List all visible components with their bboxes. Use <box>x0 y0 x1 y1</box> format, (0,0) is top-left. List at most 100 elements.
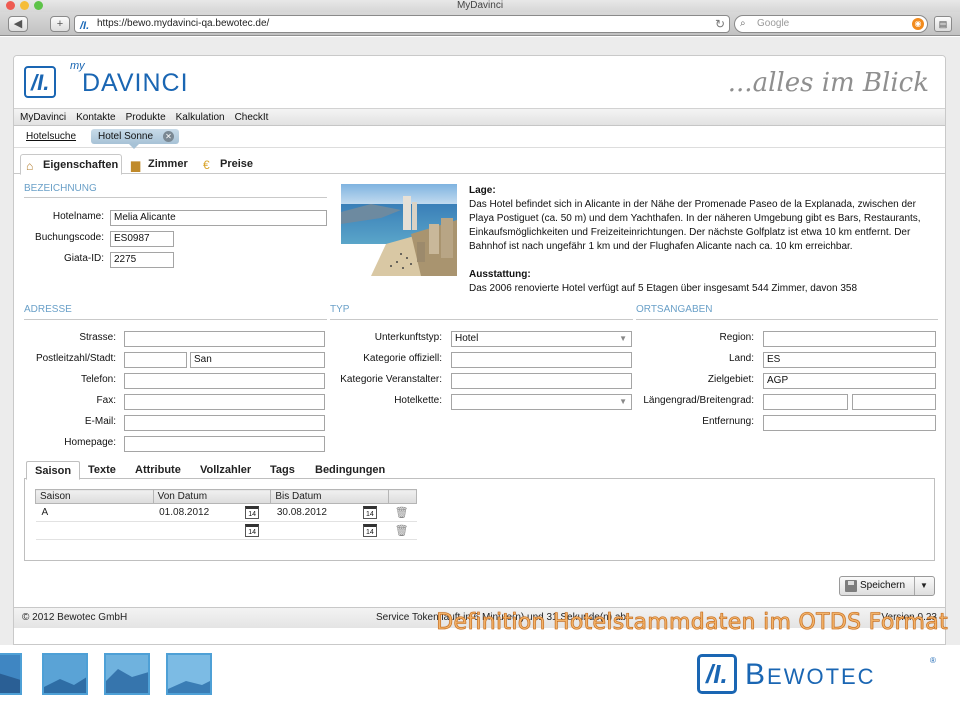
tab-attribute[interactable]: Attribute <box>127 461 189 479</box>
logo-text: DAVINCI <box>82 69 189 97</box>
buchungscode-input[interactable]: ES0987 <box>110 231 174 247</box>
homepage-input[interactable] <box>124 436 325 452</box>
fax-input[interactable] <box>124 394 325 410</box>
minimize-window-button[interactable] <box>20 1 29 10</box>
menu-item-kalkulation[interactable]: Kalkulation <box>170 109 229 126</box>
table-row[interactable]: A 01.08.2012 14 30.08.2012 14 🗑 <box>35 503 417 522</box>
kategorie-offiziell-input[interactable] <box>451 352 632 368</box>
slogan: ...alles im Blick <box>727 68 929 98</box>
reload-icon[interactable]: ↻ <box>715 16 725 32</box>
hotelname-input[interactable]: Melia Alicante <box>110 210 327 226</box>
strasse-input[interactable] <box>124 331 325 347</box>
section-divider <box>636 319 938 320</box>
giata-id-input[interactable]: 2275 <box>110 252 174 268</box>
breadcrumb-hotelsuche-link[interactable]: Hotelsuche <box>26 131 76 142</box>
tab-preise[interactable]: € Preise <box>198 154 266 174</box>
new-tab-button[interactable]: + <box>50 16 70 32</box>
tab-bedingungen[interactable]: Bedingungen <box>307 461 393 479</box>
fax-label: Fax: <box>96 395 116 406</box>
tab-texte[interactable]: Texte <box>80 461 124 479</box>
region-label: Region: <box>719 332 754 343</box>
tab-saison[interactable]: Saison <box>26 461 81 480</box>
postleitzahl-input[interactable] <box>124 352 187 368</box>
bewotec-wordmark-initial: B <box>745 658 768 691</box>
section-divider <box>24 319 327 320</box>
app-header: /I. my DAVINCI ...alles im Blick <box>14 56 945 108</box>
menu-item-checkit[interactable]: CheckIt <box>229 109 273 126</box>
thumbnail-image <box>104 653 150 695</box>
menu-item-mydavinci[interactable]: MyDavinci <box>14 109 70 126</box>
cell-bis-datum[interactable]: 30.08.2012 14 <box>270 503 389 522</box>
cell-saison[interactable]: A <box>35 503 154 522</box>
cell-von-datum[interactable]: 14 <box>153 521 271 540</box>
tab-vollzahler[interactable]: Vollzahler <box>192 461 259 479</box>
unterkunftstyp-select[interactable]: Hotel ▼ <box>451 331 632 347</box>
trash-icon[interactable]: 🗑 <box>395 506 409 519</box>
menu-item-produkte[interactable]: Produkte <box>120 109 170 126</box>
column-header-bis-datum[interactable]: Bis Datum <box>270 489 390 504</box>
page-background: /I. my DAVINCI ...alles im Blick MyDavin… <box>0 37 960 645</box>
app-window: /I. my DAVINCI ...alles im Blick MyDavin… <box>13 55 946 645</box>
hotel-description[interactable]: Lage: Das Hotel befindet sich in Alicant… <box>469 184 939 297</box>
search-bar[interactable]: ⌕ Google ◉ <box>734 15 928 33</box>
calendar-icon[interactable]: 14 <box>362 506 377 519</box>
trash-icon[interactable]: 🗑 <box>395 524 409 537</box>
column-header-von-datum[interactable]: Von Datum <box>152 489 272 504</box>
tab-pointer <box>129 144 139 149</box>
close-tab-icon[interactable]: ✕ <box>163 131 174 142</box>
zoom-window-button[interactable] <box>34 1 43 10</box>
euro-icon: € <box>203 158 210 172</box>
laengengrad-input[interactable] <box>763 394 848 410</box>
thumbnail-image <box>166 653 212 695</box>
cell-von-datum[interactable]: 01.08.2012 14 <box>153 503 271 522</box>
calendar-icon[interactable]: 14 <box>362 524 377 537</box>
close-window-button[interactable] <box>6 1 15 10</box>
stadt-input[interactable]: San <box>190 352 325 368</box>
kategorie-veranstalter-input[interactable] <box>451 373 632 389</box>
window-title: MyDavinci <box>456 0 504 11</box>
section-divider <box>330 319 633 320</box>
cell-actions: 🗑 <box>388 503 417 522</box>
chevron-down-icon: ▼ <box>619 397 627 406</box>
cell-bis-datum[interactable]: 14 <box>270 521 389 540</box>
browser-menu-icon[interactable]: ▤ <box>934 16 952 32</box>
column-header-actions <box>388 489 417 504</box>
breadcrumb-tab-hotel-sonne[interactable]: Hotel Sonne ✕ <box>91 129 179 149</box>
tab-eigenschaften[interactable]: ⌂ Eigenschaften <box>20 154 122 175</box>
land-input[interactable]: ES <box>763 352 936 368</box>
plus-icon: + <box>56 18 64 30</box>
search-placeholder: Google <box>757 18 790 29</box>
chevron-down-icon: ▼ <box>619 334 627 343</box>
buchungscode-label: Buchungscode: <box>35 232 104 243</box>
cell-saison[interactable] <box>35 521 154 540</box>
kategorie-veranstalter-label: Kategorie Veranstalter: <box>340 374 442 385</box>
thumbnail-image <box>42 653 88 695</box>
rss-icon[interactable]: ◉ <box>912 18 924 30</box>
calendar-icon[interactable]: 14 <box>245 506 260 519</box>
entfernung-input[interactable] <box>763 415 936 431</box>
section-divider <box>24 197 327 198</box>
zielgebiet-input[interactable]: AGP <box>763 373 936 389</box>
back-button[interactable]: ◀ <box>8 16 28 32</box>
column-header-saison[interactable]: Saison <box>35 489 154 504</box>
email-input[interactable] <box>124 415 325 431</box>
menu-item-kontakte[interactable]: Kontakte <box>70 109 119 126</box>
chevron-down-icon[interactable]: ▼ <box>920 577 928 595</box>
tab-preise-label: Preise <box>220 158 254 170</box>
homepage-label: Homepage: <box>64 437 116 448</box>
table-row[interactable]: 14 14 🗑 <box>35 521 417 540</box>
main-menu: MyDavinci Kontakte Produkte Kalkulation Chec… <box>14 108 945 126</box>
window-titlebar: MyDavinci <box>0 0 960 12</box>
region-input[interactable] <box>763 331 936 347</box>
breitengrad-input[interactable] <box>852 394 936 410</box>
slide-caption: Definition Hotelstammdaten im OTDS Forma… <box>436 610 948 636</box>
save-button[interactable]: Speichern ▼ <box>839 576 935 596</box>
tab-tags[interactable]: Tags <box>262 461 303 479</box>
hotelkette-select[interactable]: ▼ <box>451 394 632 410</box>
telefon-input[interactable] <box>124 373 325 389</box>
url-bar[interactable]: /I. https://bewo.mydavinci-qa.bewotec.de… <box>74 15 730 33</box>
tab-zimmer[interactable]: ▆ Zimmer <box>126 154 202 174</box>
section-title-adresse: ADRESSE <box>24 304 72 315</box>
sub-tabs: Saison Texte Attribute Vollzahler Tags B… <box>24 458 935 480</box>
calendar-icon[interactable]: 14 <box>245 524 260 537</box>
